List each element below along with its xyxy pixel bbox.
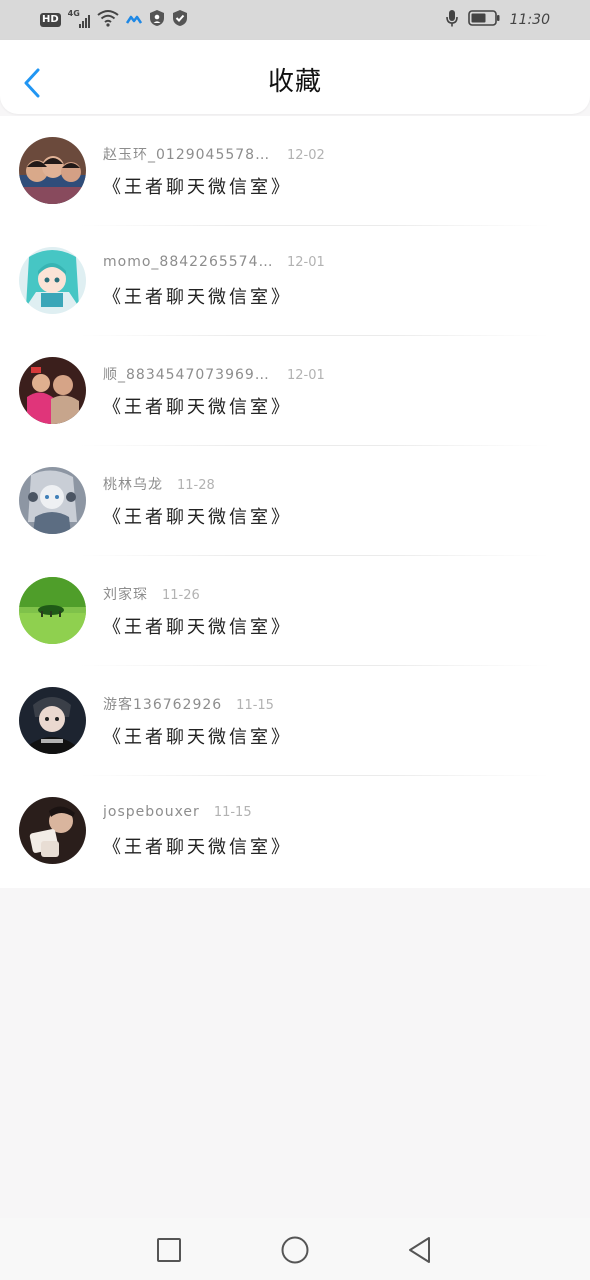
item-message: 《王者聊天微信室》 [103,397,292,418]
status-time: 11:30 [509,12,550,28]
list-item[interactable]: momo_884226557415198 12-01 《王者聊天微信室》 [0,226,590,336]
item-message: 《王者聊天微信室》 [103,727,292,748]
item-message: 《王者聊天微信室》 [103,507,292,528]
sender-name: 游客136762926 [103,697,223,713]
cellular-signal-icon: 4G [68,9,90,29]
circle-icon [281,1236,309,1264]
vpn-shield-icon [149,9,165,31]
list-item[interactable]: 桃林乌龙 11-28 《王者聊天微信室》 [0,446,590,556]
system-nav-bar [0,1218,590,1280]
item-date: 12-02 [287,148,325,163]
avatar [19,137,86,204]
square-icon [157,1238,181,1262]
item-date: 11-28 [177,478,215,493]
list-item[interactable]: jospebouxer 11-15 《王者聊天微信室》 [0,776,590,886]
item-date: 11-15 [213,805,252,820]
item-date: 11-26 [162,588,200,603]
sender-name: 赵玉环_01290455784… [103,147,273,163]
avatar [19,687,86,754]
battery-icon [467,10,500,30]
avatar [19,467,86,534]
hd-badge: HD [40,13,61,27]
app-header: 收藏 [0,40,590,114]
sender-name: 顺_883454707396921244 [103,367,273,383]
item-date: 11-15 [236,698,274,713]
item-date: 12-01 [287,255,325,270]
avatar [19,797,86,864]
avatar [19,577,86,644]
wifi-icon [97,9,119,31]
nav-back-button[interactable] [400,1230,440,1270]
sender-name: momo_884226557415198 [103,254,273,270]
item-message: 《王者聊天微信室》 [103,287,292,308]
status-bar: HD 4G 11:30 [0,0,590,40]
list-item[interactable]: 顺_883454707396921244 12-01 《王者聊天微信室》 [0,336,590,446]
favorites-list: 赵玉环_01290455784… 12-02 《王者聊天微信室》 momo_88… [0,116,590,888]
sender-name: jospebouxer [103,804,200,820]
home-button[interactable] [275,1230,315,1270]
page-title: 收藏 [267,67,322,97]
security-shield-icon [172,9,188,31]
item-message: 《王者聊天微信室》 [103,177,292,198]
triangle-back-icon [409,1237,430,1263]
avatar [19,247,86,314]
recent-apps-button[interactable] [149,1230,189,1270]
sender-name: 刘家琛 [103,587,148,603]
list-item[interactable]: 赵玉环_01290455784… 12-02 《王者聊天微信室》 [0,116,590,226]
avatar [19,357,86,424]
item-message: 《王者聊天微信室》 [103,617,292,638]
list-item[interactable]: 刘家琛 11-26 《王者聊天微信室》 [0,556,590,666]
microphone-icon [445,9,458,31]
sender-name: 桃林乌龙 [103,477,163,493]
data-link-icon [125,11,142,30]
item-message: 《王者聊天微信室》 [103,837,292,858]
list-item[interactable]: 游客136762926 11-15 《王者聊天微信室》 [0,666,590,776]
item-date: 12-01 [287,368,325,383]
